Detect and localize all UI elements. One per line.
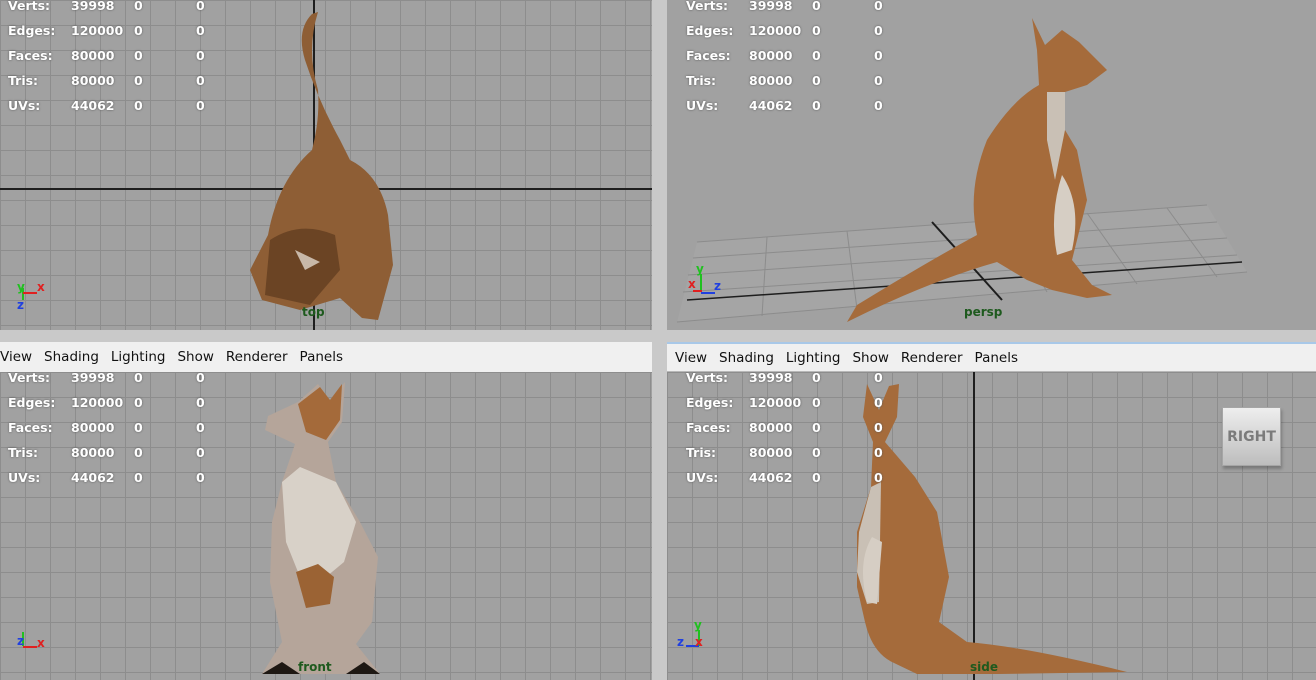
axis-label-x: x (688, 277, 696, 291)
menu-lighting[interactable]: Lighting (786, 350, 841, 366)
menu-show[interactable]: Show (177, 349, 213, 365)
viewport-top[interactable]: Verts: 39998 0 0 Edges: 120000 0 0 Faces: 80000… (0, 0, 652, 330)
axis-label-y: y (696, 262, 704, 276)
menu-view[interactable]: View (0, 349, 32, 365)
camera-label: top (302, 305, 325, 319)
menu-renderer[interactable]: Renderer (901, 350, 963, 366)
axis-line-x (23, 646, 37, 648)
viewport-persp[interactable]: Verts: 39998 0 0 Edges: 120000 0 0 Faces: 80000… (667, 0, 1316, 330)
axis-label-y: y (17, 280, 25, 294)
menu-panels[interactable]: Panels (300, 349, 343, 365)
axis-line-x (23, 292, 37, 294)
kangaroo-model-side[interactable] (667, 372, 1316, 680)
menu-shading[interactable]: Shading (719, 350, 774, 366)
menu-show[interactable]: Show (852, 350, 888, 366)
axis-label-z: z (677, 635, 684, 649)
panel-menu-bar: View Shading Lighting Show Renderer Pane… (0, 342, 652, 373)
camera-label: side (970, 660, 998, 674)
menu-lighting[interactable]: Lighting (111, 349, 166, 365)
viewcube-right-face[interactable]: RIGHT (1222, 407, 1281, 466)
axis-line-z (701, 292, 715, 294)
menu-renderer[interactable]: Renderer (226, 349, 288, 365)
camera-label: persp (964, 305, 1003, 319)
camera-label: front (298, 660, 332, 674)
axis-label-x: x (37, 280, 45, 294)
menu-panels[interactable]: Panels (975, 350, 1018, 366)
axis-label-y: y (694, 618, 702, 632)
axis-gizmo: y x z (14, 280, 58, 324)
menu-shading[interactable]: Shading (44, 349, 99, 365)
axis-gizmo: y x z (687, 262, 731, 306)
panel-menu-bar: View Shading Lighting Show Renderer Pane… (667, 342, 1316, 372)
viewport-side[interactable]: Verts: 39998 0 0 Edges: 120000 0 0 Faces: 80000… (667, 372, 1316, 680)
axis-gizmo: z x (14, 622, 58, 666)
axis-label-x: x (37, 636, 45, 650)
axis-label-z: z (17, 298, 24, 312)
kangaroo-model-front[interactable] (0, 372, 652, 680)
axis-label-x: x (695, 635, 703, 649)
viewport-front[interactable]: Verts: 39998 0 0 Edges: 120000 0 0 Faces: 80000… (0, 372, 652, 680)
axis-gizmo: y z x (677, 618, 721, 662)
menu-view[interactable]: View (675, 350, 707, 366)
axis-label-z: z (17, 634, 24, 648)
axis-label-z: z (714, 279, 721, 293)
